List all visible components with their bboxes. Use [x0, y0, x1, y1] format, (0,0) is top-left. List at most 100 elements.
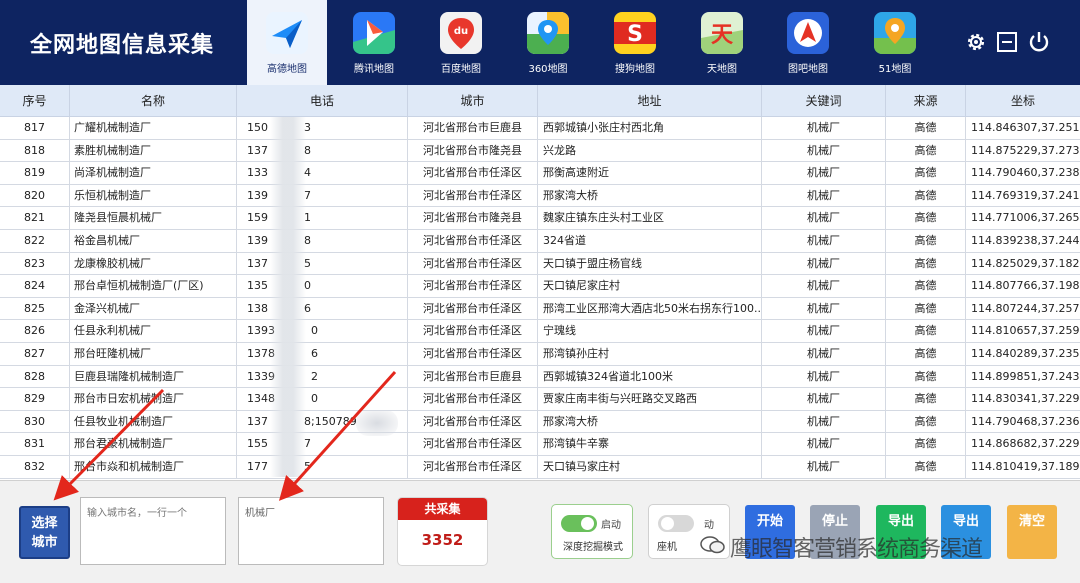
tab-tencent-map[interactable]: 腾讯地图: [334, 0, 414, 85]
phone-redaction-blur: [270, 117, 306, 477]
address-cell: 兴龙路: [538, 139, 762, 163]
360-map-icon: [527, 12, 569, 54]
table-row[interactable]: 832 邢台市焱和机械制造厂 177 5 河北省邢台市任泽区 天口镇马家庄村 机械厂 高德 11…: [0, 456, 1080, 479]
seq-cell: 818: [0, 139, 70, 163]
name-cell: 金泽兴机械厂: [70, 297, 237, 321]
address-cell: 天口镇于盟庄杨官线: [538, 252, 762, 276]
table-row[interactable]: 825 金泽兴机械厂 138 6 河北省邢台市任泽区 邢湾工业区邢湾大酒店北50米右拐东行…: [0, 297, 1080, 321]
table-row[interactable]: 824 邢台卓恒机械制造厂(厂区) 135 0 河北省邢台市任泽区 天口镇尼家庄村 机械厂高…: [0, 275, 1080, 298]
keyword-cell: 机械厂: [762, 117, 886, 140]
city-cell: 河北省邢台市隆尧县: [408, 207, 538, 230]
coordinate-cell: 114.846307,37.25163: [966, 117, 1080, 140]
phone-visible-prefix: 137: [247, 256, 268, 270]
table-row[interactable]: 818 素胜机械制造厂 137 8 河北省邢台市隆尧县 兴龙路 机械厂 高德 114.87522…: [0, 139, 1080, 163]
col-header-coordinate[interactable]: 坐标: [966, 85, 1080, 117]
gear-icon[interactable]: [964, 30, 988, 54]
source-cell: 高德: [886, 117, 966, 140]
city-cell: 河北省邢台市隆尧县: [408, 139, 538, 163]
city-cell: 河北省邢台市任泽区: [408, 388, 538, 411]
name-cell: 裕金昌机械厂: [70, 230, 237, 253]
tab-label: 51地图: [878, 64, 912, 75]
keyword-cell: 机械厂: [762, 320, 886, 343]
keyword-cell: 机械厂: [762, 343, 886, 366]
keyword-cell: 机械厂: [762, 184, 886, 208]
table-row[interactable]: 831 邢台君豪机械制造厂 155 7 河北省邢台市任泽区 邢湾镇牛辛寨 机械厂 高德 114.…: [0, 433, 1080, 456]
name-cell: 任县永利机械厂: [70, 320, 237, 343]
tab-label: 天地图: [707, 64, 737, 75]
tab-gaode-map[interactable]: 高德地图: [247, 0, 327, 85]
seq-cell: 826: [0, 320, 70, 343]
table-row[interactable]: 829 邢台市日宏机械制造厂 1348 0 河北省邢台市任泽区 贾家庄南丰街与兴旺路交叉路…: [0, 388, 1080, 411]
col-header-keyword[interactable]: 关键词: [762, 85, 886, 117]
tab-baidu-map[interactable]: du 百度地图: [421, 0, 501, 85]
toggle-switch[interactable]: [561, 515, 597, 532]
phone-visible-prefix: 138: [247, 301, 268, 315]
col-header-source[interactable]: 来源: [886, 85, 966, 117]
col-header-address[interactable]: 地址: [538, 85, 762, 117]
tab-label: 腾讯地图: [354, 64, 394, 75]
coordinate-cell: 114.769319,37.24139: [966, 185, 1080, 208]
source-cell: 高德: [886, 320, 966, 343]
phone-cell: 1393 0: [237, 320, 408, 343]
minimize-icon[interactable]: [995, 30, 1019, 54]
phone-redaction-blur: [356, 410, 398, 436]
table-row[interactable]: 820 乐恒机械制造厂 139 7 河北省邢台市任泽区 邢家湾大桥 机械厂 高德 114.769…: [0, 184, 1080, 208]
col-header-seq[interactable]: 序号: [0, 85, 70, 117]
keyword-cell: 机械厂: [762, 139, 886, 163]
table-row[interactable]: 821 隆尧县恒晨机械厂 159 1 河北省邢台市隆尧县 魏家庄镇东庄头村工业区 机械厂 高德…: [0, 207, 1080, 230]
tab-label: 360地图: [528, 64, 568, 75]
address-cell: 邢家湾大桥: [538, 184, 762, 208]
phone-cell: 139 8: [237, 230, 408, 253]
table-row[interactable]: 817 广耀机械制造厂 150 3 河北省邢台市巨鹿县 西郭城镇小张庄村西北角 机械厂 高德 1…: [0, 117, 1080, 140]
phone-visible-prefix: 177: [247, 460, 268, 473]
select-city-label: 选择城市: [31, 516, 58, 550]
name-cell: 尚泽机械制造厂: [70, 162, 237, 185]
phone-visible-prefix: 139: [247, 188, 268, 202]
phone-visible-suffix: 6: [311, 347, 318, 360]
table-row[interactable]: 826 任县永利机械厂 1393 0 河北省邢台市任泽区 宁瑰线 机械厂 高德 114.8106…: [0, 320, 1080, 343]
coordinate-cell: 114.810657,37.25905: [966, 320, 1080, 343]
table-row[interactable]: 828 巨鹿县瑞隆机械制造厂 1339 2 河北省邢台市巨鹿县 西郭城镇324省道北100…: [0, 365, 1080, 389]
seq-cell: 832: [0, 456, 70, 479]
coordinate-cell: 114.830341,37.22992: [966, 388, 1080, 411]
city-input[interactable]: [80, 497, 226, 565]
coordinate-cell: 114.899851,37.24376: [966, 366, 1080, 389]
source-cell: 高德: [886, 230, 966, 253]
city-cell: 河北省邢台市任泽区: [408, 162, 538, 185]
deep-mining-toggle[interactable]: 启动 深度挖掘模式: [551, 504, 633, 559]
keyword-cell: 机械厂: [762, 410, 886, 434]
clear-button[interactable]: 清空: [1007, 505, 1057, 559]
col-header-phone[interactable]: 电话: [237, 85, 408, 117]
city-cell: 河北省邢台市任泽区: [408, 433, 538, 456]
seq-cell: 817: [0, 117, 70, 140]
power-icon[interactable]: [1027, 30, 1051, 54]
table-row[interactable]: 822 裕金昌机械厂 139 8 河北省邢台市任泽区 324省道 机械厂 高德 114.8392…: [0, 230, 1080, 253]
phone-cell: 137 8: [237, 139, 408, 163]
table-row[interactable]: 823 龙康橡胶机械厂 137 5 河北省邢台市任泽区 天口镇于盟庄杨官线 机械厂 高德 114…: [0, 252, 1080, 276]
tab-sogou-map[interactable]: S 搜狗地图: [595, 0, 675, 85]
table-row[interactable]: 819 尚泽机械制造厂 133 4 河北省邢台市任泽区 邢衡高速附近 机械厂 高德 114.79…: [0, 162, 1080, 185]
toggle-switch[interactable]: [658, 515, 694, 532]
tab-360-map[interactable]: 360地图: [508, 0, 588, 85]
select-city-button[interactable]: 选择城市: [19, 506, 70, 559]
col-header-city[interactable]: 城市: [408, 85, 538, 117]
seq-cell: 820: [0, 184, 70, 208]
phone-visible-prefix: 133: [247, 166, 268, 180]
phone-cell: 155 7: [237, 433, 408, 456]
collected-counter: 共采集 3352: [397, 497, 488, 566]
tab-tuba-map[interactable]: 图吧地图: [768, 0, 848, 85]
table-row[interactable]: 830 任县牧业机械制造厂 137 8;150789 河北省邢台市任泽区 邢家湾大桥 机械厂…: [0, 410, 1080, 434]
source-cell: 高德: [886, 162, 966, 185]
seq-cell: 825: [0, 297, 70, 321]
city-cell: 河北省邢台市任泽区: [408, 320, 538, 343]
table-row[interactable]: 827 邢台旺隆机械厂 1378 6 河北省邢台市任泽区 邢湾镇孙庄村 机械厂 高德 114.8…: [0, 343, 1080, 366]
tab-tianditu[interactable]: 天 天地图: [682, 0, 762, 85]
counter-value: 3352: [421, 531, 464, 549]
col-header-name[interactable]: 名称: [70, 85, 237, 117]
keyword-input[interactable]: 机械厂: [238, 497, 384, 565]
source-cell: 高德: [886, 252, 966, 276]
seq-cell: 819: [0, 162, 70, 185]
source-cell: 高德: [886, 456, 966, 479]
name-cell: 广耀机械制造厂: [70, 117, 237, 140]
tab-51-map[interactable]: 51地图: [855, 0, 935, 85]
